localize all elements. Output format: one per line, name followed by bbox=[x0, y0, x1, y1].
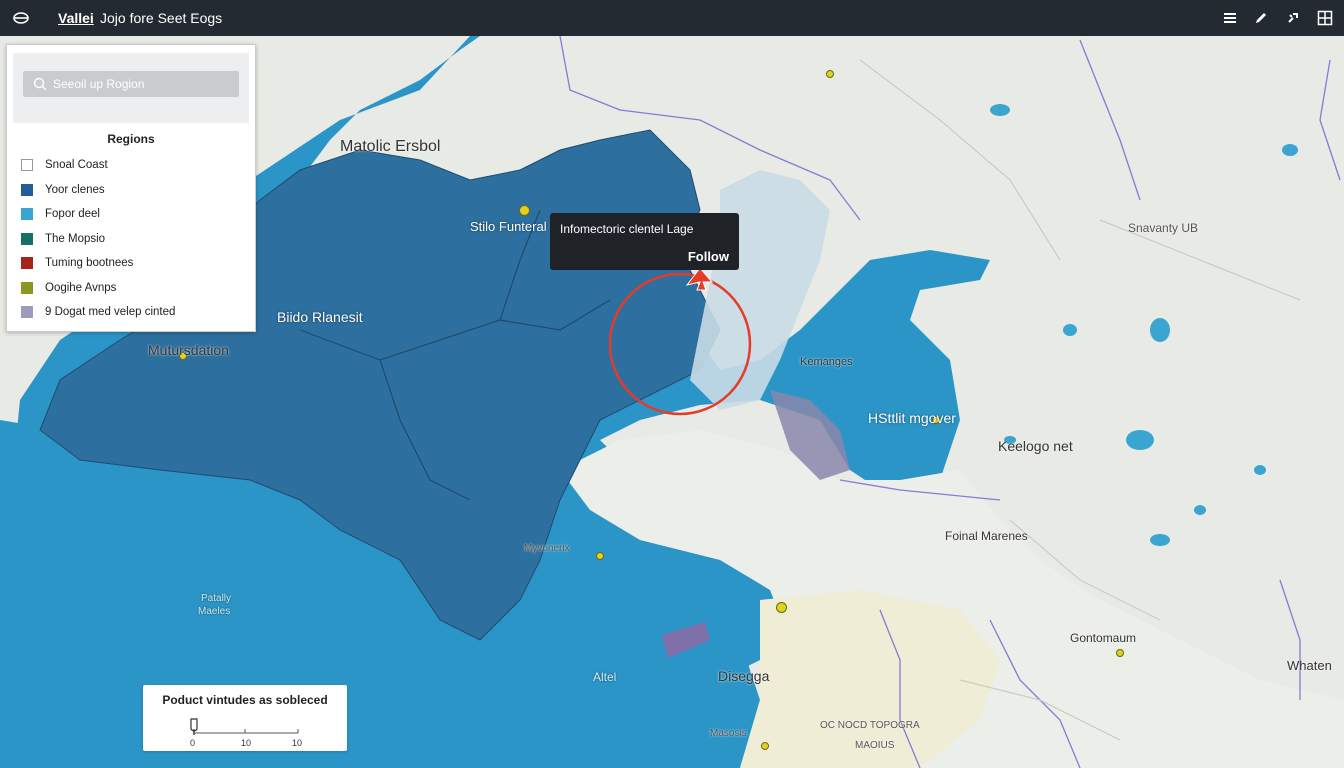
map-label: Matolic Ersbol bbox=[340, 138, 441, 155]
region-label: The Mopsio bbox=[45, 232, 106, 245]
region-tooltip: Infomectoric clentel Lage Follow bbox=[550, 213, 739, 270]
map-label: OC NOCD TOPOGRA bbox=[820, 720, 920, 731]
search-box[interactable] bbox=[23, 71, 239, 97]
regions-panel: Regions Snoal Coast Yoor clenes Fopor de… bbox=[6, 44, 256, 332]
region-label: Fopor deel bbox=[45, 208, 100, 221]
scale-tick: 10 bbox=[292, 738, 303, 748]
map-label: Mutursdation bbox=[148, 342, 229, 358]
map-label: Foinal Marenes bbox=[945, 529, 1028, 543]
hand-cursor-icon[interactable] bbox=[187, 717, 201, 737]
map-label: Whaten bbox=[1287, 658, 1332, 673]
regions-list: Snoal Coast Yoor clenes Fopor deel The M… bbox=[21, 153, 251, 325]
map-label: Snavanty UB bbox=[1128, 221, 1199, 235]
scale-bar bbox=[193, 729, 299, 734]
region-item[interactable]: The Mopsio bbox=[21, 227, 251, 252]
regions-title: Regions bbox=[107, 132, 155, 146]
map-label: Keelogo net bbox=[998, 438, 1073, 454]
region-label: Oogihe Avnps bbox=[45, 281, 117, 294]
search-input[interactable] bbox=[51, 76, 235, 92]
map-label: Stilo Funteral bbox=[470, 219, 547, 234]
tooltip-text: Infomectoric clentel Lage bbox=[560, 222, 694, 236]
color-swatch bbox=[21, 208, 33, 221]
search-icon bbox=[33, 77, 47, 91]
color-swatch bbox=[21, 232, 33, 245]
follow-button[interactable]: Follow bbox=[688, 249, 729, 264]
tool-icon[interactable] bbox=[1284, 9, 1302, 27]
map-label: Biido Rlanesit bbox=[277, 309, 363, 325]
region-label: 9 Dogat med velep cinted bbox=[45, 306, 176, 319]
map-label: Kemanges bbox=[800, 356, 853, 368]
map-label: Altel bbox=[593, 670, 617, 684]
region-item[interactable]: Yoor clenes bbox=[21, 178, 251, 203]
region-item[interactable]: Snoal Coast bbox=[21, 153, 251, 178]
map-pin-icon[interactable] bbox=[1116, 649, 1124, 657]
map-label: Gontomaum bbox=[1070, 631, 1137, 645]
page-title: Jojo fore Seet Eogs bbox=[100, 10, 223, 26]
region-label: Snoal Coast bbox=[45, 159, 108, 172]
map-pin-icon[interactable] bbox=[761, 742, 769, 750]
map-pin-icon[interactable] bbox=[519, 205, 530, 216]
color-swatch bbox=[21, 159, 33, 172]
map-label: MAOIUS bbox=[855, 740, 895, 751]
map-label: Disegga bbox=[718, 668, 770, 684]
map-label: Myvonerix bbox=[524, 543, 570, 554]
map-pin-icon[interactable] bbox=[776, 602, 787, 613]
map-label: Masosis bbox=[710, 728, 747, 739]
region-item[interactable]: Fopor deel bbox=[21, 202, 251, 227]
map-pin-icon[interactable] bbox=[826, 70, 834, 78]
scale-tick: 10 bbox=[241, 738, 252, 748]
map-label: HSttlit mgover bbox=[868, 410, 956, 426]
scale-widget: Poduct vintudes as sobleced 0 10 10 bbox=[143, 685, 347, 751]
layers-icon[interactable] bbox=[12, 9, 30, 27]
region-item[interactable]: Oogihe Avnps bbox=[21, 276, 251, 301]
color-swatch bbox=[21, 306, 33, 319]
region-item[interactable]: Tuming bootnees bbox=[21, 251, 251, 276]
scale-title: Poduct vintudes as sobleced bbox=[162, 693, 328, 707]
map-pin-icon[interactable] bbox=[596, 552, 604, 560]
color-swatch bbox=[21, 257, 33, 270]
top-bar: Vallei Jojo fore Seet Eogs bbox=[0, 0, 1344, 36]
app-name[interactable]: Vallei bbox=[58, 10, 94, 26]
map-label: Maeles bbox=[198, 606, 231, 617]
region-label: Tuming bootnees bbox=[45, 257, 134, 270]
pencil-icon[interactable] bbox=[1252, 9, 1270, 27]
region-label: Yoor clenes bbox=[45, 183, 105, 196]
menu-icon[interactable] bbox=[1221, 9, 1239, 27]
color-swatch bbox=[21, 183, 33, 196]
color-swatch bbox=[21, 281, 33, 294]
scale-tick: 0 bbox=[190, 738, 196, 748]
region-item[interactable]: 9 Dogat med velep cinted bbox=[21, 300, 251, 325]
map-label: Patally bbox=[201, 593, 232, 604]
grid-icon[interactable] bbox=[1316, 9, 1334, 27]
